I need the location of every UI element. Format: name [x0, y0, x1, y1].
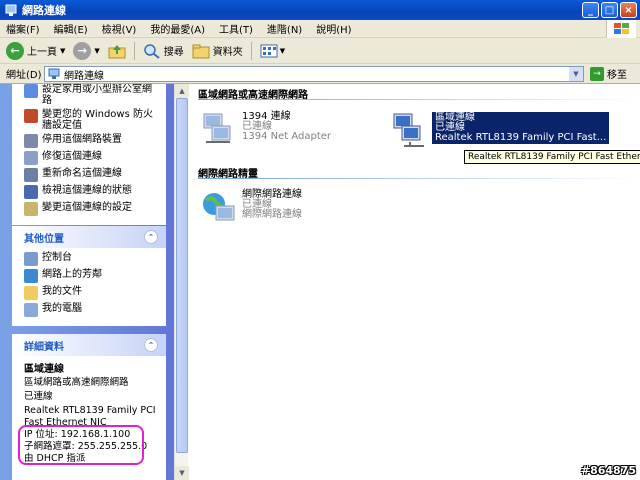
network-connections-icon — [48, 68, 60, 79]
settings-icon — [24, 202, 38, 216]
menu-tools[interactable]: 工具(T) — [219, 21, 253, 36]
title-bar: 網路連線 _ □ × — [0, 0, 640, 20]
task-disable-device[interactable]: 停用這個網路裝置 — [24, 134, 158, 148]
rename-icon — [24, 168, 38, 182]
folders-button[interactable]: 資料夾 — [192, 43, 243, 59]
connection-1394[interactable]: 1394 連線 已連線 1394 Net Adapter — [200, 112, 331, 148]
disable-icon — [24, 134, 38, 148]
toolbar-separator — [250, 41, 252, 60]
network-places-icon — [24, 269, 38, 283]
internet-connection-icon — [203, 193, 235, 221]
address-label: 網址(D) — [6, 70, 42, 81]
menu-edit[interactable]: 編輯(E) — [54, 21, 88, 36]
place-my-documents[interactable]: 我的文件 — [24, 286, 158, 300]
go-button[interactable]: → 移至 — [590, 66, 627, 81]
forward-arrow-icon: → — [73, 41, 92, 60]
highlight-annotation — [18, 425, 144, 465]
firewall-icon — [24, 109, 38, 123]
details-status: 已連線 — [24, 391, 53, 402]
details-name: 區域連線 — [24, 364, 64, 375]
up-folder-icon — [108, 44, 126, 58]
scroll-down-icon[interactable]: ▼ — [175, 466, 189, 480]
task-setup-home-network[interactable]: 設定家用或小型辦公室網路 — [24, 84, 158, 106]
maximize-button[interactable]: □ — [601, 2, 618, 18]
menu-advanced[interactable]: 進階(N) — [267, 21, 302, 36]
task-view-status[interactable]: 檢視這個連線的狀態 — [24, 185, 158, 199]
address-dropdown-button[interactable]: ▼ — [569, 67, 583, 81]
vertical-scrollbar[interactable]: ▲ ▼ — [174, 84, 189, 480]
status-icon — [24, 185, 38, 199]
menu-help[interactable]: 說明(H) — [316, 21, 351, 36]
scroll-thumb[interactable] — [176, 98, 188, 453]
views-button[interactable]: ▼ — [260, 43, 285, 59]
other-places-panel: 其他位置 ⌃ 控制台 網路上的芳鄰 我的文件 我的電腦 — [12, 226, 166, 326]
chevron-down-icon[interactable]: ▼ — [94, 47, 99, 55]
network-connections-icon — [5, 4, 17, 16]
group-divider — [198, 99, 638, 100]
network-adapter-icon — [203, 113, 231, 143]
folders-icon — [192, 44, 210, 58]
menu-bar: 檔案(F) 編輯(E) 檢視(V) 我的最愛(A) 工具(T) 進階(N) 說明… — [0, 20, 640, 38]
details-type: 區域網路或高速網際網路 — [24, 377, 129, 388]
control-panel-icon — [24, 252, 38, 266]
group-divider — [198, 178, 638, 179]
toolbar-separator — [133, 41, 135, 60]
go-arrow-icon: → — [590, 66, 604, 81]
connection-lan[interactable]: 區域連線 已連線 Realtek RTL8139 Family PCI Fast… — [390, 112, 610, 148]
window-title: 網路連線 — [22, 4, 66, 17]
watermark-text: #864875 — [580, 464, 636, 477]
collapse-icon[interactable]: ⌃ — [144, 230, 158, 244]
network-tasks-panel: 設定家用或小型辦公室網路 變更您的 Windows 防火牆設定值 停用這個網路裝… — [12, 84, 166, 225]
menu-view[interactable]: 檢視(V) — [102, 21, 137, 36]
my-documents-icon — [24, 286, 38, 300]
task-firewall-settings[interactable]: 變更您的 Windows 防火牆設定值 — [24, 109, 158, 131]
close-button[interactable]: × — [620, 2, 637, 18]
task-change-settings[interactable]: 變更這個連線的設定 — [24, 202, 158, 216]
address-bar: 網址(D) 網路連線 ▼ → 移至 — [0, 64, 640, 84]
search-icon — [144, 43, 160, 59]
menu-file[interactable]: 檔案(F) — [6, 21, 40, 36]
collapse-icon[interactable]: ⌃ — [144, 338, 158, 352]
windows-logo-icon — [606, 20, 636, 38]
connection-wizard[interactable]: 網際網路連線 已連線 網際網路連線 — [200, 190, 302, 226]
chevron-down-icon[interactable]: ▼ — [280, 47, 285, 55]
menu-favorites[interactable]: 我的最愛(A) — [150, 21, 205, 36]
back-button[interactable]: ← 上一頁 ▼ — [6, 41, 65, 60]
task-rename-connection[interactable]: 重新命名這個連線 — [24, 168, 158, 182]
address-input[interactable]: 網路連線 ▼ — [44, 66, 584, 82]
place-control-panel[interactable]: 控制台 — [24, 252, 158, 266]
home-network-icon — [24, 84, 38, 98]
up-folder-button[interactable] — [108, 43, 126, 59]
task-pane: 設定家用或小型辦公室網路 變更您的 Windows 防火牆設定值 停用這個網路裝… — [0, 84, 174, 480]
task-repair-connection[interactable]: 修復這個連線 — [24, 151, 158, 165]
search-button[interactable]: 搜尋 — [143, 43, 184, 59]
details-header[interactable]: 詳細資料 ⌃ — [12, 334, 166, 356]
back-arrow-icon: ← — [6, 41, 24, 60]
forward-button[interactable]: → ▼ — [73, 41, 100, 60]
place-network-neighborhood[interactable]: 網路上的芳鄰 — [24, 269, 158, 283]
repair-icon — [24, 151, 38, 165]
scroll-up-icon[interactable]: ▲ — [175, 84, 189, 98]
device-tooltip: Realtek RTL8139 Family PCI Fast Ethernet… — [464, 150, 640, 164]
minimize-button[interactable]: _ — [582, 2, 599, 18]
other-places-header[interactable]: 其他位置 ⌃ — [12, 226, 166, 248]
network-adapter-icon — [393, 113, 424, 147]
my-computer-icon — [24, 303, 38, 317]
views-icon — [260, 44, 278, 57]
chevron-down-icon[interactable]: ▼ — [60, 47, 65, 55]
place-my-computer[interactable]: 我的電腦 — [24, 303, 158, 317]
toolbar: ← 上一頁 ▼ → ▼ 搜尋 資料夾 ▼ — [0, 38, 640, 64]
